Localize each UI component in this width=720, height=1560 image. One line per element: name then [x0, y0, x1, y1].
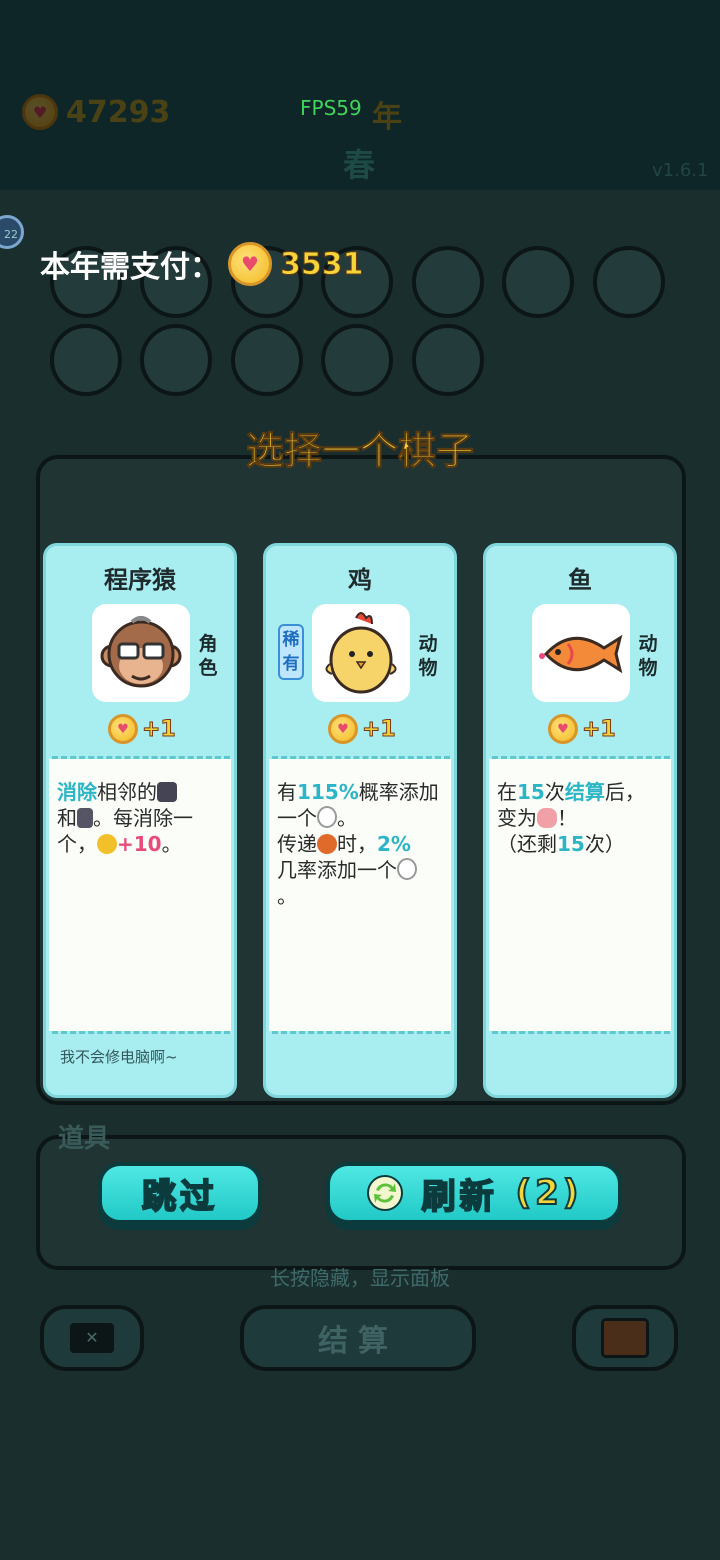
- coin-icon: ♥: [228, 242, 272, 286]
- board-slot: [593, 246, 665, 318]
- piece-card-fish[interactable]: 鱼 动物 ♥ +1 在15次结算后，变为！ （还剩15次）: [483, 543, 677, 1098]
- card-tag: 动物: [638, 633, 658, 679]
- coin-icon: ♥: [108, 714, 138, 744]
- board-slot: [502, 246, 574, 318]
- payment-banner: 本年需支付： ♥ 3531: [40, 242, 364, 286]
- delete-icon: ✕: [70, 1323, 114, 1353]
- server-icon: [77, 808, 93, 828]
- coin-icon: ♥: [22, 94, 58, 130]
- refresh-icon: [366, 1175, 403, 1211]
- coin-icon: [97, 834, 117, 854]
- card-cost: ♥ +1: [548, 714, 616, 744]
- card-description: 在15次结算后，变为！ （还剩15次）: [489, 759, 671, 1031]
- card-tag: 角色: [198, 633, 218, 679]
- card-description: 有115%概率添加一个。 传递 时，2% 几率添加一个 。: [269, 759, 451, 1031]
- board-slot: [140, 324, 212, 396]
- card-name: 鱼: [568, 566, 592, 594]
- coin-icon: ♥: [328, 714, 358, 744]
- card-tag: 动物: [418, 633, 438, 679]
- version-label: v1.6.1: [652, 160, 709, 181]
- egg-icon: [317, 806, 337, 828]
- settle-button[interactable]: 结算: [240, 1305, 476, 1371]
- fish-icon: [532, 604, 630, 702]
- items-label: 道具: [58, 1124, 111, 1154]
- basketball-icon: [317, 834, 337, 854]
- flavor-text: 我不会修电脑啊~: [60, 1048, 178, 1066]
- fps-counter: FPS59: [300, 96, 362, 120]
- board-slot: [231, 324, 303, 396]
- divider: [492, 1031, 670, 1034]
- board-slot: [321, 324, 393, 396]
- rarity-badge: 稀有: [278, 624, 304, 680]
- card-description: 消除相邻的 和。每消除一个， +10。: [49, 759, 231, 1031]
- refresh-button[interactable]: 刷新 (2): [326, 1162, 622, 1224]
- season-label: 春: [343, 146, 376, 184]
- piece-card-programmer[interactable]: 程序猿 角色 ♥ +1 消除相邻的 和。每消除一个， +10。 我不会修电脑啊~: [43, 543, 237, 1098]
- dialog-title: 选择一个棋子: [245, 429, 474, 474]
- bag-button[interactable]: [572, 1305, 678, 1371]
- skip-button[interactable]: 跳过: [98, 1162, 262, 1224]
- piece-card-chicken[interactable]: 鸡 稀有 动物 ♥ +1 有115%概率添加一个。 传递 时，2% 几率添加一个 …: [263, 543, 457, 1098]
- payment-amount: 3531: [280, 246, 364, 282]
- divider: [52, 1031, 230, 1034]
- card-cost: ♥ +1: [108, 714, 176, 744]
- briefcase-icon: [601, 1318, 649, 1358]
- computer-icon: [157, 782, 177, 802]
- board-slot: [412, 246, 484, 318]
- egg-icon: [397, 858, 417, 880]
- card-name: 鸡: [348, 566, 372, 594]
- divider: [272, 1031, 450, 1034]
- board-slot: [50, 324, 122, 396]
- chicken-icon: [312, 604, 410, 702]
- coin-icon: ♥: [548, 714, 578, 744]
- board-slot: [412, 324, 484, 396]
- card-cost: ♥ +1: [328, 714, 396, 744]
- coin-counter: ♥ 47293: [22, 94, 170, 130]
- hint-text: 长按隐藏，显示面板: [270, 1266, 450, 1290]
- season-year: 年: [372, 100, 402, 135]
- fish-skeleton-icon: [537, 808, 557, 828]
- delete-button[interactable]: ✕: [40, 1305, 144, 1371]
- card-name: 程序猿: [104, 566, 176, 594]
- monkey-icon: [92, 604, 190, 702]
